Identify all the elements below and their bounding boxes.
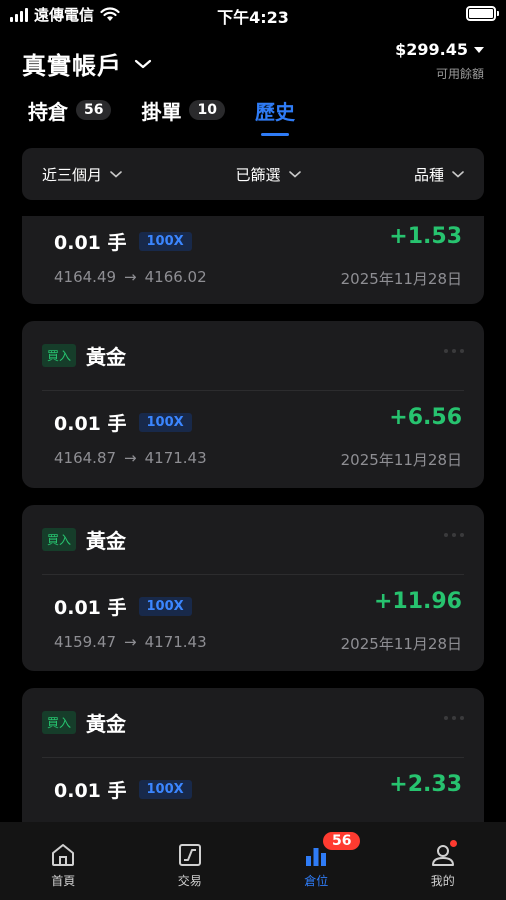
chart-icon	[178, 844, 201, 866]
leverage-badge: 100X	[138, 232, 192, 251]
arrow-icon: →	[124, 633, 137, 651]
account-switcher[interactable]: 真實帳戶	[22, 46, 152, 81]
trade-card[interactable]: 買入 黃金 0.01 手 100X +6.56 4164.87 → 4171.4…	[22, 321, 484, 488]
battery-icon	[466, 6, 499, 21]
tab-pending-orders[interactable]: 掛單 10	[141, 94, 225, 126]
open-price: 4159.47	[54, 633, 117, 651]
trade-prices: 4164.87 → 4171.43	[54, 449, 207, 467]
balance-caption: 可用餘額	[435, 67, 484, 81]
home-icon	[52, 844, 75, 866]
trade-card-header: 買入 黃金	[42, 505, 464, 575]
more-options-icon[interactable]	[444, 533, 464, 537]
nav-label: 首頁	[51, 874, 76, 888]
open-price: 4164.49	[54, 268, 117, 286]
tab-label: 歷史	[254, 99, 295, 124]
nav-label: 倉位	[304, 874, 329, 888]
nav-label: 我的	[430, 874, 455, 888]
caret-down-icon	[474, 46, 484, 53]
buy-tag: 買入	[42, 711, 77, 734]
trade-prices: 4164.49 → 4166.02	[54, 268, 207, 286]
close-price: 4171.43	[144, 633, 207, 651]
nav-label: 交易	[177, 874, 202, 888]
position-tabs: 持倉 56 掛單 10 歷史	[28, 94, 295, 136]
tab-history[interactable]: 歷史	[254, 94, 295, 136]
trade-symbol: 黃金	[86, 345, 127, 369]
filter-label: 已篩選	[235, 165, 281, 184]
trade-card-header: 買入 黃金	[42, 321, 464, 391]
trade-quantity: 0.01 手	[54, 413, 127, 435]
notification-dot	[449, 840, 457, 847]
trade-card[interactable]: 買入 黃金 0.01 手 100X +2.33	[22, 688, 484, 822]
trade-card-body: 0.01 手 100X +6.56 4164.87 → 4171.43 2025…	[54, 391, 462, 487]
trade-card-body: 0.01 手 100X +2.33	[54, 758, 462, 822]
status-bar: 遠傳電信 下午4:23	[0, 0, 506, 30]
status-time: 下午4:23	[217, 8, 289, 27]
nav-trade[interactable]: 交易	[127, 822, 254, 900]
trade-quantity: 0.01 手	[54, 232, 127, 254]
trade-date: 2025年11月28日	[340, 451, 462, 469]
tab-count: 56	[76, 100, 112, 120]
filter-label: 近三個月	[42, 165, 103, 184]
chevron-down-icon	[288, 171, 301, 178]
tab-label: 掛單	[141, 99, 182, 124]
filter-product[interactable]: 品種	[414, 164, 464, 185]
arrow-icon: →	[124, 268, 137, 286]
trade-pnl: +1.53	[389, 224, 462, 249]
balance-amount: $299.45	[395, 40, 468, 59]
buy-tag: 買入	[42, 344, 77, 367]
trade-card-body: 0.01 手 100X +1.53 4164.49 → 4166.02 2025…	[54, 216, 462, 306]
filter-label: 品種	[413, 165, 444, 184]
tab-count: 10	[189, 100, 225, 120]
trade-symbol: 黃金	[86, 712, 127, 736]
positions-badge: 56	[323, 832, 361, 850]
account-name: 真實帳戶	[22, 52, 122, 80]
nav-home[interactable]: 首頁	[0, 822, 127, 900]
arrow-icon: →	[124, 449, 137, 467]
nav-me[interactable]: 我的	[380, 822, 506, 900]
leverage-badge: 100X	[138, 780, 192, 799]
close-price: 4166.02	[144, 268, 207, 286]
trade-date: 2025年11月28日	[340, 635, 462, 653]
bottom-nav: 首頁 交易 倉位 56 我的	[0, 822, 506, 900]
trade-quantity: 0.01 手	[54, 597, 127, 619]
trade-history-list[interactable]: 0.01 手 100X +1.53 4164.49 → 4166.02 2025…	[22, 216, 484, 822]
more-options-icon[interactable]	[444, 716, 464, 720]
trade-pnl: +11.96	[373, 589, 462, 614]
close-price: 4171.43	[144, 449, 207, 467]
trade-card[interactable]: 買入 黃金 0.01 手 100X +11.96 4159.47 → 4171.…	[22, 505, 484, 671]
trade-card-body: 0.01 手 100X +11.96 4159.47 → 4171.43 202…	[54, 575, 462, 671]
filter-period[interactable]: 近三個月	[42, 164, 122, 185]
trade-date: 2025年11月28日	[340, 270, 462, 288]
leverage-badge: 100X	[138, 413, 192, 432]
chevron-down-icon	[452, 171, 464, 178]
nav-positions[interactable]: 倉位 56	[253, 822, 380, 900]
trade-card[interactable]: 0.01 手 100X +1.53 4164.49 → 4166.02 2025…	[22, 216, 484, 304]
tab-positions[interactable]: 持倉 56	[28, 94, 112, 126]
trade-card-header: 買入 黃金	[42, 688, 464, 758]
buy-tag: 買入	[42, 528, 77, 551]
open-price: 4164.87	[54, 449, 117, 467]
chevron-down-icon	[110, 171, 122, 178]
trade-pnl: +2.33	[389, 772, 462, 797]
balance-display[interactable]: $299.45 可用餘額	[395, 40, 484, 82]
trade-quantity: 0.01 手	[54, 780, 127, 802]
more-options-icon[interactable]	[444, 349, 464, 353]
tab-label: 持倉	[28, 99, 68, 124]
trade-symbol: 黃金	[86, 529, 127, 553]
filter-status[interactable]: 已篩選	[235, 164, 301, 185]
chevron-down-icon	[134, 59, 152, 68]
trade-pnl: +6.56	[389, 405, 462, 430]
filter-bar: 近三個月 已篩選 品種	[22, 148, 484, 200]
leverage-badge: 100X	[138, 597, 192, 616]
trade-prices: 4159.47 → 4171.43	[54, 633, 207, 651]
